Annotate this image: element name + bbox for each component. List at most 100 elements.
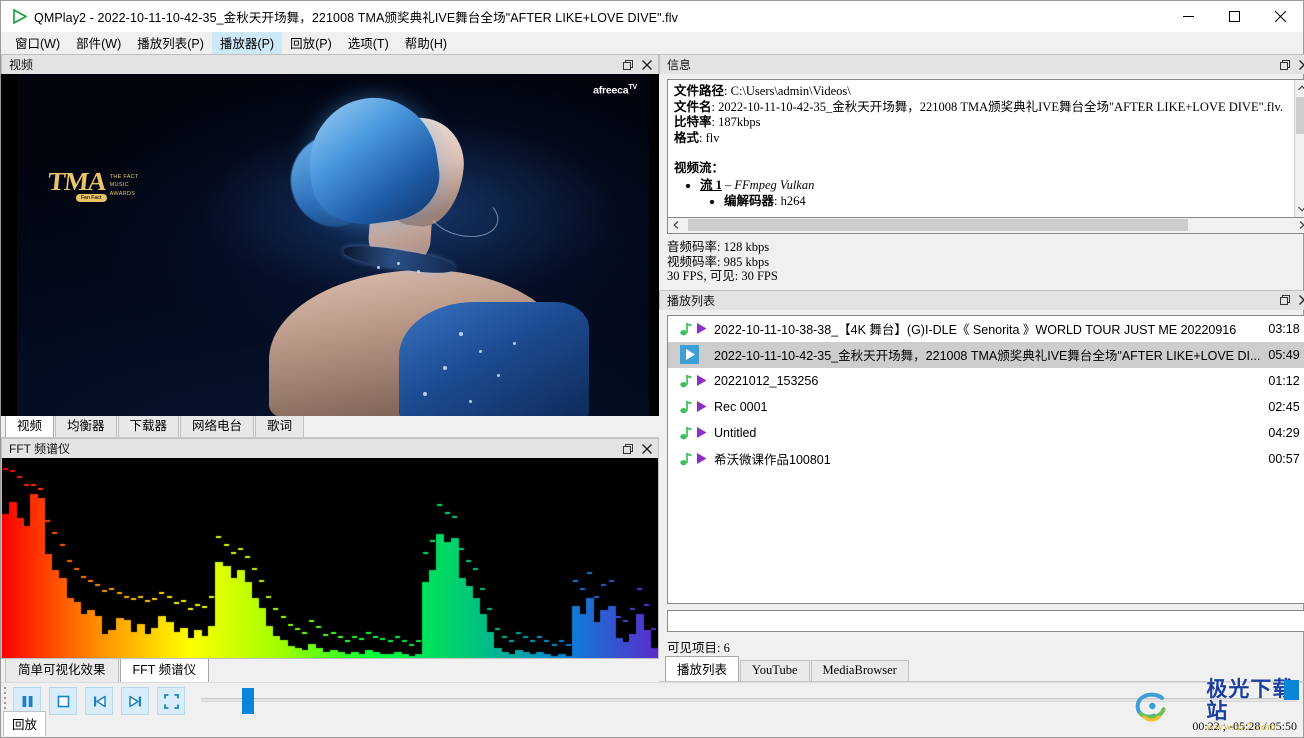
window-title: QMPlay2 - 2022-10-11-10-42-35_金秋天开场舞，221… xyxy=(34,11,678,25)
scroll-thumb-vertical[interactable] xyxy=(1295,97,1304,134)
info-stream-name: 流 1 xyxy=(700,177,722,192)
playlist-item-name: Rec 0001 xyxy=(714,399,768,414)
music-note-icon xyxy=(680,452,692,465)
play-triangle-icon xyxy=(697,323,707,334)
close-icon[interactable] xyxy=(638,441,655,457)
tab-playback[interactable]: 回放 xyxy=(3,711,47,736)
close-icon[interactable] xyxy=(1296,292,1304,308)
stop-button[interactable] xyxy=(49,687,77,715)
now-playing-icon xyxy=(680,345,699,364)
menu-item-player[interactable]: 播放器(P) xyxy=(211,30,283,56)
info-dock-header: 信息 xyxy=(659,54,1304,74)
close-icon[interactable] xyxy=(638,57,655,73)
playlist-row[interactable]: Rec 0001 02:45 xyxy=(668,394,1304,420)
info-label-format: 格式 xyxy=(674,130,700,145)
scroll-left-icon[interactable] xyxy=(668,218,684,232)
tab-simple-visualization[interactable]: 简单可视化效果 xyxy=(5,655,119,682)
scroll-right-icon[interactable] xyxy=(1294,218,1304,232)
previous-icon xyxy=(93,695,106,707)
playlist-row[interactable]: 2022-10-11-10-42-35_金秋天开场舞，221008 TMA颁奖典… xyxy=(668,341,1304,368)
menu-item-window[interactable]: 窗口(W) xyxy=(7,30,68,56)
main-body: 视频 TMA THE FACT MUSIC AWARDS Fan Fact af… xyxy=(1,54,1304,682)
info-panel: 信息 文件路径: C:\Users\admin\Videos\ 文件名: 202… xyxy=(659,54,1304,290)
close-button[interactable] xyxy=(1257,1,1303,32)
fullscreen-button[interactable] xyxy=(157,687,185,715)
tma-pill-badge: Fan Fact xyxy=(76,194,107,202)
playlist-dock-header: 播放列表 xyxy=(659,289,1304,310)
tab-downloader[interactable]: 下载器 xyxy=(117,415,180,437)
video-display[interactable]: TMA THE FACT MUSIC AWARDS Fan Fact afree… xyxy=(1,74,659,416)
playlist-items[interactable]: 2022-10-11-10-38-38_【4K 舞台】(G)I-DLE《 Sen… xyxy=(667,314,1304,604)
seek-slider[interactable] xyxy=(201,683,1303,717)
info-codec-item: 编解码器: h264 xyxy=(724,193,1294,209)
video-dock-title: 视频 xyxy=(9,58,34,72)
minimize-button[interactable] xyxy=(1165,1,1211,32)
scroll-down-icon[interactable] xyxy=(1294,201,1304,217)
tab-lyrics[interactable]: 歌词 xyxy=(255,415,305,437)
menu-item-widgets[interactable]: 部件(W) xyxy=(68,30,129,56)
playlist-search-input[interactable] xyxy=(667,610,1304,632)
info-vertical-scrollbar[interactable] xyxy=(1293,80,1304,217)
tab-radio[interactable]: 网络电台 xyxy=(180,415,255,437)
app-icon xyxy=(10,8,28,26)
tab-equalizer[interactable]: 均衡器 xyxy=(55,415,117,437)
playlist-row-icons xyxy=(680,426,714,440)
info-label-bitrate: 比特率 xyxy=(674,115,712,129)
sparkle xyxy=(497,374,500,377)
info-text-box[interactable]: 文件路径: C:\Users\admin\Videos\ 文件名: 2022-1… xyxy=(667,79,1304,218)
tab-playlist[interactable]: 播放列表 xyxy=(665,656,740,681)
float-icon[interactable] xyxy=(1277,57,1294,73)
tab-video[interactable]: 视频 xyxy=(5,415,55,437)
playlist-row[interactable]: Untitled 04:29 xyxy=(668,420,1304,446)
scroll-up-icon[interactable] xyxy=(1294,80,1304,96)
info-content: 文件路径: C:\Users\admin\Videos\ 文件名: 2022-1… xyxy=(668,80,1294,217)
scroll-thumb-horizontal[interactable] xyxy=(688,219,1188,231)
playlist-item-name: 希沃微课作品100801 xyxy=(714,453,831,467)
window-controls xyxy=(1165,1,1303,32)
seek-thumb[interactable] xyxy=(242,688,254,714)
time-display: 00:22 ; -05:28 / 05:50 xyxy=(1192,719,1297,733)
float-icon[interactable] xyxy=(619,441,636,457)
playlist-item-name: 2022-10-11-10-42-35_金秋天开场舞，221008 TMA颁奖典… xyxy=(714,349,1261,363)
tab-fft-spectrum[interactable]: FFT 频谱仪 xyxy=(119,655,210,682)
menu-item-help[interactable]: 帮助(H) xyxy=(397,30,455,56)
info-stream-list: 流 1 – FFmpeg Vulkan 编解码器: h264 xyxy=(700,177,1294,209)
tab-mediabrowser[interactable]: MediaBrowser xyxy=(810,660,909,681)
playlist-row-icons xyxy=(680,322,714,336)
float-icon[interactable] xyxy=(619,57,636,73)
menu-item-options[interactable]: 选项(T) xyxy=(340,30,397,56)
next-icon xyxy=(128,695,141,707)
close-icon[interactable] xyxy=(1296,57,1304,73)
info-codec-value: h264 xyxy=(780,193,806,208)
sparkle xyxy=(397,262,400,265)
tma-tagline-line1: THE FACT xyxy=(109,174,139,180)
float-icon[interactable] xyxy=(1277,292,1294,308)
music-note-icon xyxy=(680,322,692,335)
afreecatv-sup: TV xyxy=(628,84,637,91)
playlist-row-icons xyxy=(680,452,714,466)
playlist-item-duration: 00:57 xyxy=(1268,451,1300,466)
sparkle xyxy=(513,342,516,345)
menu-item-playlist[interactable]: 播放列表(P) xyxy=(129,30,212,56)
info-horizontal-scrollbar[interactable] xyxy=(667,218,1304,234)
next-button[interactable] xyxy=(121,687,149,715)
playlist-item-duration: 02:45 xyxy=(1268,399,1300,414)
fft-spectrum-display[interactable] xyxy=(1,458,659,659)
playlist-row[interactable]: 20221012_153256 01:12 xyxy=(668,368,1304,394)
sparkle xyxy=(443,366,447,370)
maximize-button[interactable] xyxy=(1211,1,1257,32)
fullscreen-icon xyxy=(163,693,179,709)
stat-fps: 30 FPS, 可见: 30 FPS xyxy=(667,269,778,283)
tab-youtube[interactable]: YouTube xyxy=(740,660,810,681)
seek-track[interactable] xyxy=(201,698,1297,702)
playlist-item-name: 20221012_153256 xyxy=(714,373,819,388)
scroll-track-horizontal[interactable] xyxy=(684,218,1294,233)
pillarbox-right xyxy=(649,74,659,416)
playlist-row[interactable]: 希沃微课作品100801 00:57 xyxy=(668,446,1304,472)
sparkle xyxy=(377,266,380,269)
playlist-row[interactable]: 2022-10-11-10-38-38_【4K 舞台】(G)I-DLE《 Sen… xyxy=(668,316,1304,342)
menu-item-playback[interactable]: 回放(P) xyxy=(282,30,340,56)
previous-button[interactable] xyxy=(85,687,113,715)
info-stream-header: 视频流： xyxy=(674,161,725,175)
menu-bar: 窗口(W) 部件(W) 播放列表(P) 播放器(P) 回放(P) 选项(T) 帮… xyxy=(1,30,1303,56)
